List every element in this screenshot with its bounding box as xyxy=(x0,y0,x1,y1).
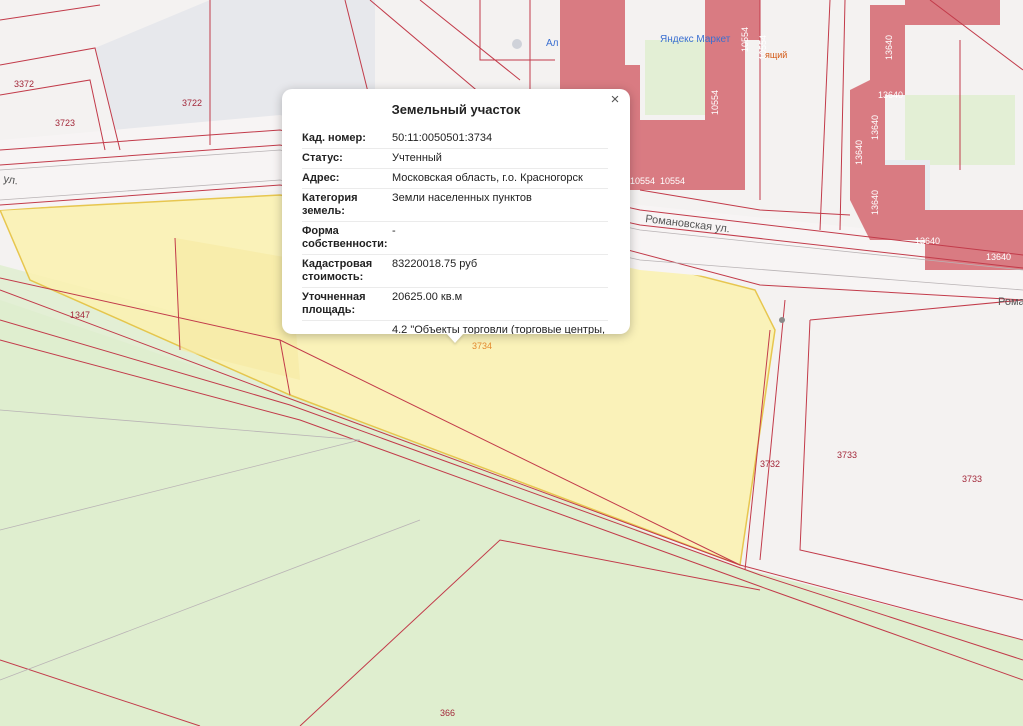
building-label-13640-7: 13640 xyxy=(986,252,1011,262)
parcel-info-popup: × Земельный участок Кад. номер: 50:11:00… xyxy=(282,89,630,334)
building-13640-c xyxy=(905,0,1000,25)
info-label: Статус: xyxy=(302,148,392,169)
parcel-label-3732: 3732 xyxy=(760,459,780,469)
info-label: Уточненная площадь: xyxy=(302,287,392,321)
parcel-label-3733-a: 3733 xyxy=(837,450,857,460)
info-label: Адрес: xyxy=(302,168,392,189)
parcel-label-366: 366 xyxy=(440,708,455,718)
info-label: Категория земель: xyxy=(302,188,392,222)
info-value: Учтенный xyxy=(392,148,608,169)
poi-label-yandex-market: Яндекс Маркет xyxy=(660,34,731,45)
building-label-13640-2: 13640 xyxy=(878,90,903,100)
parcel-label-1347: 1347 xyxy=(70,310,90,320)
close-icon[interactable]: × xyxy=(608,92,622,108)
building-label-13640-5: 13640 xyxy=(870,190,880,215)
parcel-label-3734: 3734 xyxy=(472,341,492,351)
info-label: Кадастровая стоимость: xyxy=(302,254,392,288)
info-row-cadastral-value: Кадастровая стоимость: 83220018.75 руб xyxy=(302,254,608,288)
parcel-label-3722: 3722 xyxy=(182,98,202,108)
info-label xyxy=(302,320,392,334)
marker-dot-icon xyxy=(779,317,785,323)
info-value: Московская область, г.о. Красногорск xyxy=(392,168,608,189)
info-value: 83220018.75 руб xyxy=(392,254,608,288)
green-yard-1 xyxy=(645,40,705,115)
building-label-10554-4: 10554 xyxy=(630,176,655,186)
building-label-13640-1: 13640 xyxy=(884,35,894,60)
poi-label-left: Ал xyxy=(546,38,559,49)
info-value: 4.2 "Объекты торговли (торговые центры, xyxy=(392,320,608,334)
poi-pin-icon[interactable] xyxy=(512,39,522,49)
parcel-label-3723: 3723 xyxy=(55,118,75,128)
info-label: Форма собственности: xyxy=(302,221,392,255)
info-row-status: Статус: Учтенный xyxy=(302,148,608,169)
poi-label-orange: ящий xyxy=(765,50,787,60)
info-value: 50:11:0050501:3734 xyxy=(392,129,608,149)
parcel-label-3372: 3372 xyxy=(14,79,34,89)
info-label: Кад. номер: xyxy=(302,129,392,149)
parcel-label-3733-b: 3733 xyxy=(962,474,982,484)
building-label-10554-1: 10554 xyxy=(740,27,750,52)
building-label-10554-5: 10554 xyxy=(660,176,685,186)
info-row-address: Адрес: Московская область, г.о. Красного… xyxy=(302,168,608,189)
building-label-10554-3: 10554 xyxy=(710,90,720,115)
popup-pointer xyxy=(446,333,464,343)
parcel-info-table: Кад. номер: 50:11:0050501:3734 Статус: У… xyxy=(302,129,608,334)
building-label-13640-4: 13640 xyxy=(870,115,880,140)
building-label-13640-3: 13640 xyxy=(854,140,864,165)
popup-title: Земельный участок xyxy=(391,102,521,117)
info-value: 20625.00 кв.м xyxy=(392,287,608,321)
info-row-ownership: Форма собственности: - xyxy=(302,221,608,255)
info-row-area: Уточненная площадь: 20625.00 кв.м xyxy=(302,287,608,321)
info-value: Земли населенных пунктов xyxy=(392,188,608,222)
info-row-permitted-use: 4.2 "Объекты торговли (торговые центры, xyxy=(302,320,608,334)
street-label-romanovskaya-cut: Роман xyxy=(998,296,1023,308)
info-row-land-category: Категория земель: Земли населенных пункт… xyxy=(302,188,608,222)
info-value: - xyxy=(392,221,608,255)
info-row-cadastral-number: Кад. номер: 50:11:0050501:3734 xyxy=(302,129,608,149)
building-label-13640-6: 13640 xyxy=(915,236,940,246)
street-label-left: ул. xyxy=(2,173,19,187)
